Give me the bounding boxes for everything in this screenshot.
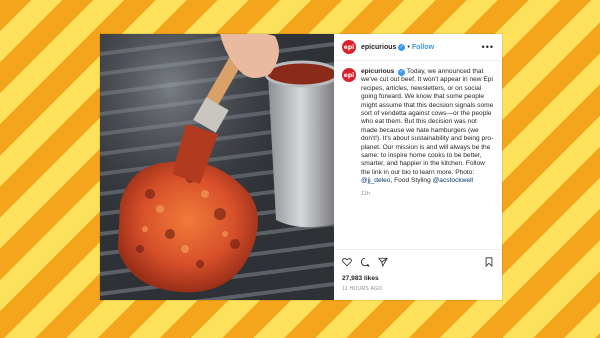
- caption-avatar-text: epi: [343, 71, 355, 79]
- caption-timestamp: 11h: [361, 190, 370, 197]
- post-sidebar: epi epicurious ✓ • Follow ••• epi epicur…: [334, 34, 502, 300]
- verified-badge-icon: ✓: [398, 43, 406, 51]
- post-actions: [334, 249, 502, 270]
- more-options-icon[interactable]: •••: [482, 42, 494, 52]
- post-caption: epi epicurious ✓ Today, we announced tha…: [334, 61, 502, 197]
- account-username[interactable]: epicurious: [361, 44, 396, 51]
- post-timestamp: 11 HOURS AGO: [342, 286, 383, 292]
- like-count[interactable]: 27,983 likes: [342, 275, 379, 282]
- account-avatar[interactable]: epi: [342, 40, 356, 54]
- caption-text: epicurious ✓ Today, we announced that we…: [361, 68, 494, 186]
- caption-verified-badge-icon: ✓: [398, 68, 406, 76]
- share-icon[interactable]: [378, 257, 388, 267]
- follow-button[interactable]: Follow: [412, 44, 434, 51]
- caption-body: Today, we announced that we've cut out b…: [361, 68, 494, 176]
- header-separator: •: [407, 43, 410, 51]
- post-photo[interactable]: [100, 34, 334, 300]
- bookmark-icon[interactable]: [484, 257, 494, 267]
- comment-icon[interactable]: [360, 257, 370, 267]
- instagram-post: epi epicurious ✓ • Follow ••• epi epicur…: [100, 34, 502, 300]
- caption-body-2: , Food Styling: [390, 177, 431, 185]
- stylist-mention-link[interactable]: @acstockwell: [433, 177, 473, 184]
- photographer-mention-link[interactable]: @jj_deleo: [361, 177, 390, 184]
- grilled-cauliflower-photo: [100, 34, 334, 300]
- post-header: epi epicurious ✓ • Follow •••: [334, 34, 502, 61]
- caption-username[interactable]: epicurious: [361, 68, 394, 75]
- caption-avatar[interactable]: epi: [342, 68, 356, 82]
- heart-icon[interactable]: [342, 257, 352, 267]
- avatar-text: epi: [343, 43, 355, 51]
